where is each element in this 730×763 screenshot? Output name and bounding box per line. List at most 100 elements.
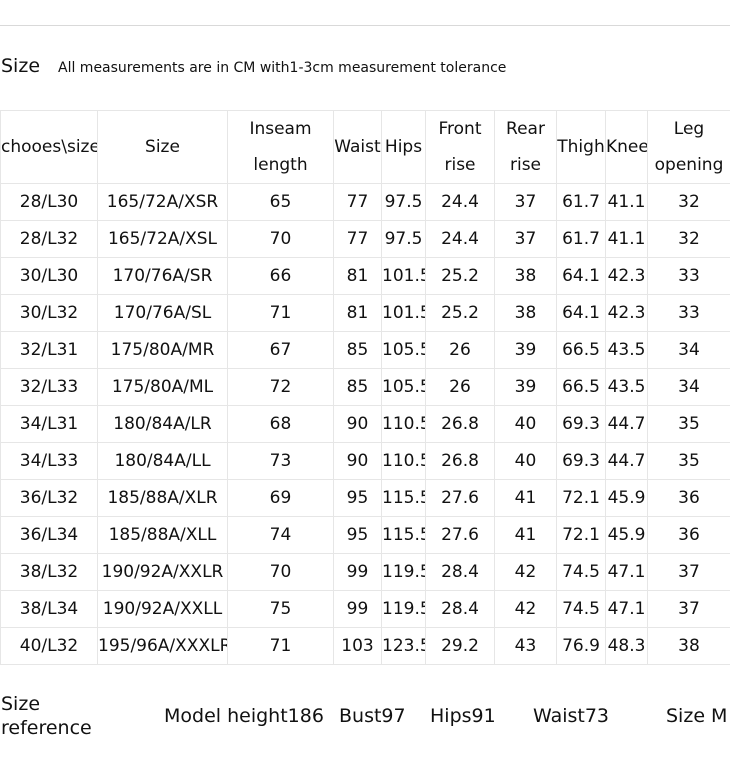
header-cell: Knee (605, 110, 648, 184)
size-chart-table: chooes\size Size Inseam length Waist Hips… (0, 110, 730, 665)
table-cell: 37 (647, 553, 730, 591)
table-cell: 35 (647, 442, 730, 480)
header-cell: Front rise (425, 110, 495, 184)
table-cell: 48.3 (605, 627, 648, 665)
table-row: 38/L34190/92A/XXLL7599119.528.44274.547.… (0, 590, 730, 628)
table-cell: 38 (494, 257, 557, 295)
section-heading: Size (1, 55, 41, 77)
table-row: 32/L31175/80A/MR6785105.5263966.543.534 (0, 331, 730, 369)
table-cell: 42.3 (605, 294, 648, 332)
table-cell: 41.1 (605, 220, 648, 258)
header-cell: Inseam length (227, 110, 334, 184)
table-cell: 90 (333, 442, 382, 480)
table-cell: 25.2 (425, 257, 495, 295)
table-cell: 64.1 (556, 294, 606, 332)
table-cell: 28/L32 (0, 220, 98, 258)
header-cell: Hips (381, 110, 426, 184)
table-cell: 42.3 (605, 257, 648, 295)
header-line: rise (509, 155, 542, 175)
header-cell: Rear rise (494, 110, 557, 184)
table-row: 34/L33180/84A/LL7390110.526.84069.344.73… (0, 442, 730, 480)
header-line: Rear (506, 119, 545, 139)
table-cell: 32 (647, 183, 730, 221)
table-cell: 44.7 (605, 442, 648, 480)
header-line: Thigh (557, 137, 605, 157)
table-cell: 165/72A/XSR (97, 183, 228, 221)
table-cell: 123.5 (381, 627, 426, 665)
table-cell: 170/76A/SL (97, 294, 228, 332)
table-cell: 66 (227, 257, 334, 295)
table-cell: 29.2 (425, 627, 495, 665)
header-line: opening (654, 155, 724, 175)
table-cell: 75 (227, 590, 334, 628)
table-cell: 42 (494, 553, 557, 591)
table-cell: 39 (494, 368, 557, 406)
measurement-note: All measurements are in CM with1-3cm mea… (58, 60, 507, 76)
table-cell: 72.1 (556, 479, 606, 517)
table-cell: 115.5 (381, 516, 426, 554)
header-line: Waist (334, 137, 381, 157)
table-cell: 69 (227, 479, 334, 517)
table-cell: 65 (227, 183, 334, 221)
header-cell: Waist (333, 110, 382, 184)
table-cell: 36/L32 (0, 479, 98, 517)
table-cell: 40/L32 (0, 627, 98, 665)
table-row: 28/L32 165/72A/XSL 70 77 97.5 24.4 37 61.7 41.1 3… (0, 220, 730, 258)
table-cell: 42 (494, 590, 557, 628)
table-row: 34/L31180/84A/LR6890110.526.84069.344.73… (0, 405, 730, 443)
table-cell: 185/88A/XLR (97, 479, 228, 517)
table-cell: 26.8 (425, 442, 495, 480)
table-cell: 97.5 (381, 220, 426, 258)
table-body: 28/L30 165/72A/XSR 65 77 97.5 24.4 37 61.7 41.1 3… (0, 183, 730, 665)
table-cell: 43.5 (605, 331, 648, 369)
table-cell: 33 (647, 294, 730, 332)
table-cell: 119.5 (381, 553, 426, 591)
table-cell: 34/L31 (0, 405, 98, 443)
header-line: Inseam (249, 119, 312, 139)
header-line: length (253, 155, 308, 175)
model-bust: Bust97 (339, 705, 406, 727)
table-row: 32/L33175/80A/ML7285105.5263966.543.534 (0, 368, 730, 406)
size-reference-row: Size reference Model height186 Bust97 Hi… (0, 690, 730, 742)
size-reference-label: Size reference (1, 692, 92, 740)
header-line: Front (438, 119, 482, 139)
table-row: 30/L32170/76A/SL7181101.525.23864.142.33… (0, 294, 730, 332)
table-cell: 34/L33 (0, 442, 98, 480)
table-cell: 37 (647, 590, 730, 628)
table-cell: 37 (494, 183, 557, 221)
table-cell: 119.5 (381, 590, 426, 628)
table-cell: 37 (494, 220, 557, 258)
table-cell: 26.8 (425, 405, 495, 443)
header-cell: chooes\size (0, 110, 98, 184)
model-waist: Waist73 (533, 705, 610, 727)
table-cell: 28/L30 (0, 183, 98, 221)
table-cell: 74.5 (556, 553, 606, 591)
table-cell: 70 (227, 220, 334, 258)
table-cell: 99 (333, 553, 382, 591)
table-cell: 36 (647, 479, 730, 517)
table-cell: 105.5 (381, 331, 426, 369)
table-cell: 64.1 (556, 257, 606, 295)
header-line: Leg (673, 119, 705, 139)
table-cell: 27.6 (425, 479, 495, 517)
table-cell: 45.9 (605, 516, 648, 554)
table-cell: 35 (647, 405, 730, 443)
table-cell: 38/L32 (0, 553, 98, 591)
table-cell: 32 (647, 220, 730, 258)
table-cell: 99 (333, 590, 382, 628)
table-cell: 170/76A/SR (97, 257, 228, 295)
table-cell: 72 (227, 368, 334, 406)
table-cell: 67 (227, 331, 334, 369)
table-cell: 45.9 (605, 479, 648, 517)
header-line: Knee (606, 137, 648, 157)
table-cell: 175/80A/MR (97, 331, 228, 369)
table-cell: 195/96A/XXXLR (97, 627, 228, 665)
table-cell: 97.5 (381, 183, 426, 221)
table-cell: 71 (227, 627, 334, 665)
table-cell: 74.5 (556, 590, 606, 628)
table-cell: 73 (227, 442, 334, 480)
table-row: 38/L32190/92A/XXLR7099119.528.44274.547.… (0, 553, 730, 591)
table-cell: 105.5 (381, 368, 426, 406)
table-cell: 77 (333, 220, 382, 258)
table-row: 30/L30170/76A/SR6681101.525.23864.142.33… (0, 257, 730, 295)
